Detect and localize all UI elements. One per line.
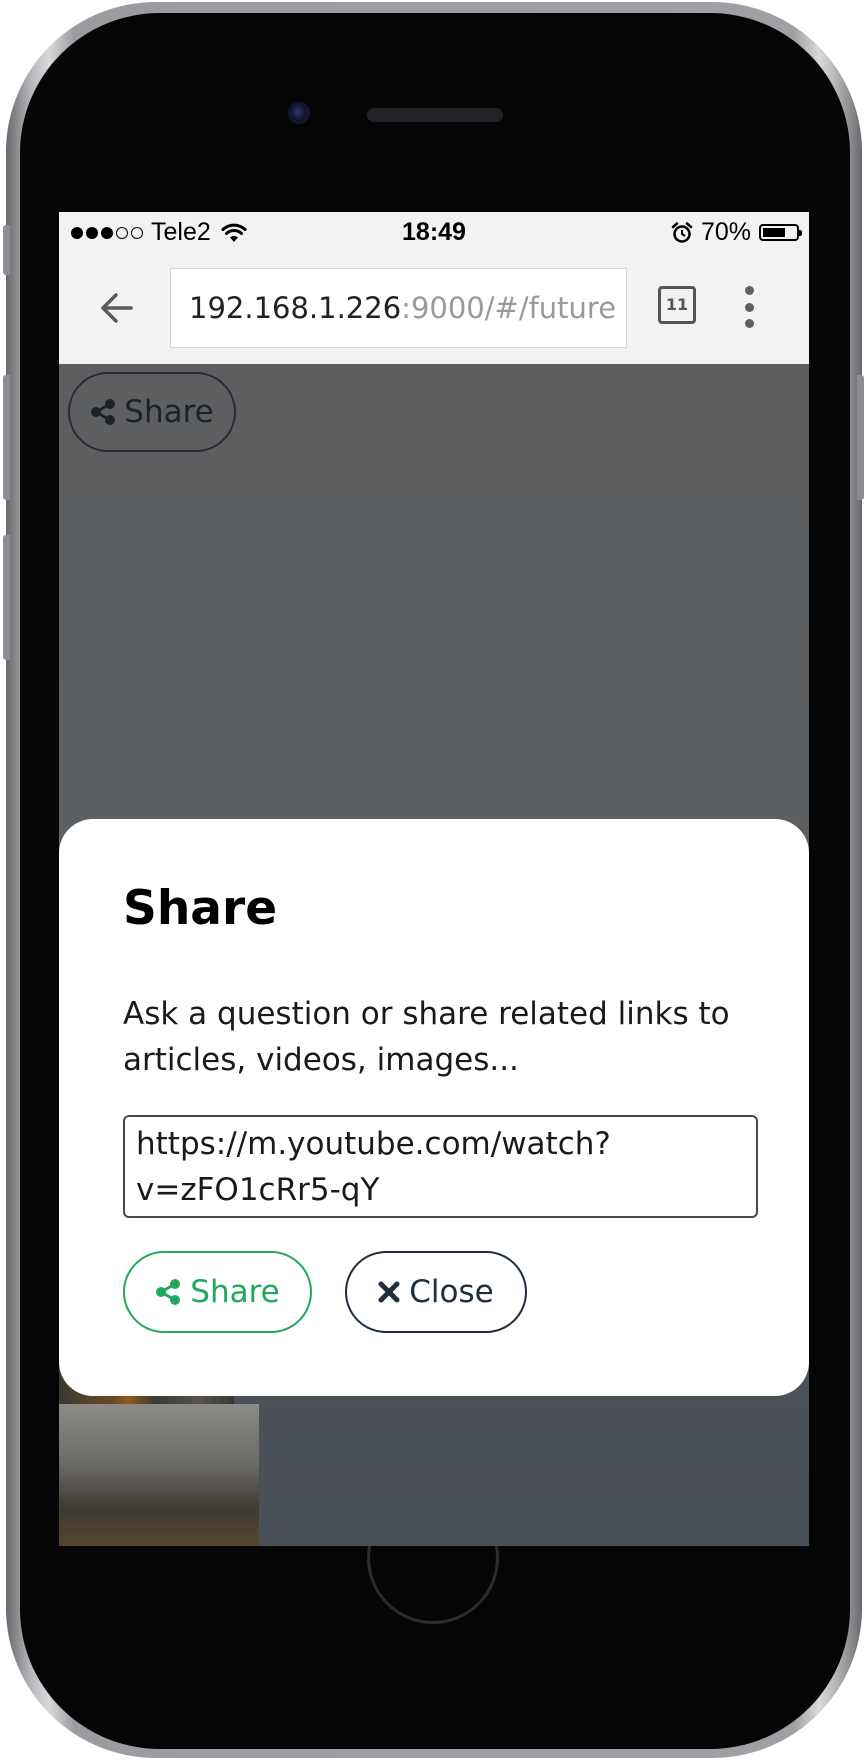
page-share-button[interactable]: Share	[68, 372, 236, 452]
url-host: 192.168.1.226	[189, 291, 402, 325]
tabs-button[interactable]: 11	[658, 286, 696, 324]
back-arrow-icon	[101, 293, 133, 323]
front-camera	[288, 102, 310, 124]
power-button	[857, 375, 864, 500]
share-modal: Share Ask a question or share related li…	[59, 819, 809, 1396]
page-content: Share Share Ask a question or share rela…	[59, 364, 809, 1546]
back-button[interactable]	[87, 278, 147, 338]
battery-tip	[799, 230, 802, 236]
share-icon	[91, 399, 116, 425]
modal-close-button[interactable]: Close	[345, 1251, 527, 1333]
modal-share-label: Share	[190, 1274, 280, 1310]
mute-switch	[3, 225, 10, 275]
status-bar: Tele2 18:49 70%	[59, 212, 809, 252]
modal-share-button[interactable]: Share	[123, 1251, 312, 1333]
volume-down-button	[3, 535, 10, 660]
address-bar[interactable]: 192.168.1.226:9000/#/future	[170, 268, 627, 348]
modal-close-label: Close	[409, 1274, 494, 1310]
status-bar-right: 70%	[671, 218, 802, 247]
screen: Tele2 18:49 70% 192.168.1.226:9000/#/fut…	[59, 212, 809, 1546]
browser-toolbar: 192.168.1.226:9000/#/future 11	[59, 252, 809, 364]
volume-up-button	[3, 375, 10, 500]
url-path: :9000/#/future	[401, 291, 617, 325]
alarm-icon	[671, 221, 693, 243]
modal-description: Ask a question or share related links to…	[123, 996, 730, 1078]
close-x-icon	[378, 1281, 400, 1303]
share-icon	[156, 1279, 181, 1305]
modal-title: Share	[123, 881, 278, 936]
more-vert-icon[interactable]	[739, 282, 759, 332]
battery-percent: 70%	[700, 218, 751, 246]
page-share-label: Share	[124, 394, 214, 430]
earpiece-speaker	[367, 108, 503, 122]
battery-level	[763, 228, 785, 237]
battery-icon	[759, 224, 802, 241]
link-input[interactable]: https://m.youtube.com/watch?v=zFO1cRr5-q…	[123, 1115, 758, 1218]
background-base	[59, 1404, 259, 1546]
